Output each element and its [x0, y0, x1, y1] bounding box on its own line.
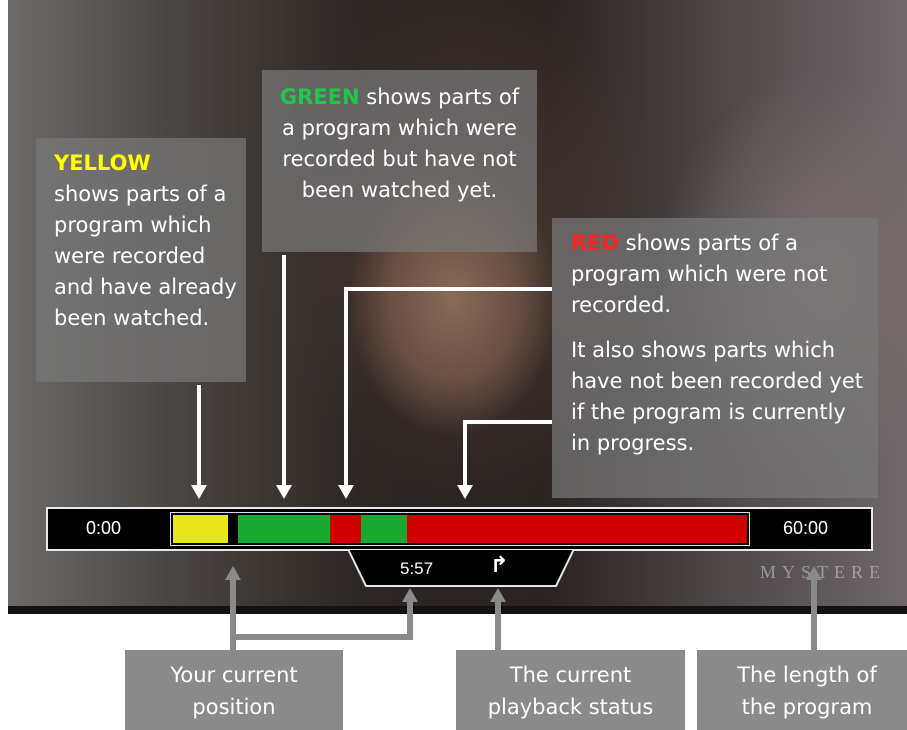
label-current-position: Your current position [125, 650, 343, 730]
segment-recorded-unwatched [361, 515, 407, 543]
segment-recorded-unwatched [238, 515, 330, 543]
segment-not-recorded [407, 515, 747, 543]
segment-not-recorded [330, 515, 361, 543]
end-time: 60:00 [783, 518, 829, 538]
pointer-green-arrow [276, 485, 292, 499]
length-line [811, 578, 817, 650]
status-tray [348, 549, 574, 587]
position-line-c [230, 634, 236, 650]
label-program-length: The length of the program [697, 650, 907, 730]
current-time: 5:57 [400, 559, 434, 578]
position-line-h [230, 634, 413, 640]
pointer-progress-line-v [463, 420, 467, 487]
green-note: GREEN shows parts of a program which wer… [262, 70, 537, 252]
pointer-green-line [282, 255, 286, 487]
position-marker [228, 515, 237, 543]
green-keyword: GREEN [279, 85, 360, 109]
pointer-progress-arrow [457, 485, 473, 499]
yellow-note-text: shows parts of a program which were reco… [54, 182, 237, 330]
yellow-note: YELLOW shows parts of a program which we… [36, 138, 246, 382]
video-bottom-edge [8, 606, 907, 614]
pointer-yellow-line [197, 385, 201, 487]
label-playback-status: The current playback status [456, 650, 685, 730]
red-keyword: RED [571, 231, 619, 255]
position-line-a [230, 578, 236, 640]
status-line [495, 600, 501, 650]
pointer-yellow-arrow [191, 485, 207, 499]
segment-watched [173, 515, 228, 543]
pointer-red-line-h [344, 287, 552, 291]
pointer-red-arrow [338, 485, 354, 499]
red-note-text-2: It also shows parts which have not been … [571, 338, 864, 455]
red-note: RED shows parts of a program which were … [552, 218, 878, 498]
pointer-progress-line-h [463, 420, 552, 424]
yellow-keyword: YELLOW [54, 151, 151, 175]
channel-watermark: MYSTERE [760, 562, 887, 582]
redo-arrow-icon: ↱ [490, 553, 509, 578]
pointer-red-line-v [344, 287, 348, 487]
start-time: 0:00 [86, 518, 122, 538]
